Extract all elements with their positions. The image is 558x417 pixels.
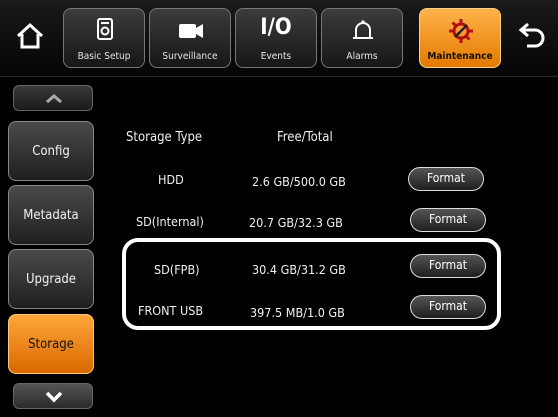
tab-label: Surveillance <box>162 51 218 62</box>
chevron-down-icon <box>45 391 63 403</box>
tab-label: Maintenance <box>427 51 493 62</box>
storage-type-front-usb: FRONT USB <box>138 303 204 318</box>
maintenance-gear-icon <box>445 16 477 46</box>
home-icon[interactable] <box>10 14 50 58</box>
storage-panel: Storage Type Free/Total HDD 2.6 GB/500.0… <box>102 77 558 417</box>
sidebar-item-label: Config <box>32 143 70 159</box>
tab-maintenance[interactable]: Maintenance <box>419 8 501 68</box>
free-total-sd-fpb: 30.4 GB/31.2 GB <box>252 262 346 277</box>
sidebar: Config Metadata Upgrade Storage <box>0 77 100 417</box>
bell-icon <box>347 16 379 46</box>
sidebar-item-label: Upgrade <box>25 271 76 287</box>
format-front-usb-button[interactable]: Format <box>410 295 486 319</box>
format-hdd-button[interactable]: Format <box>408 167 484 191</box>
sidebar-item-label: Metadata <box>23 207 79 223</box>
sidebar-item-storage[interactable]: Storage <box>8 314 94 374</box>
storage-type-sd-internal: SD(Internal) <box>136 214 204 229</box>
tab-label: Alarms <box>346 51 378 62</box>
back-arrow-icon[interactable] <box>509 14 549 58</box>
tab-label: Basic Setup <box>77 51 131 62</box>
free-total-hdd: 2.6 GB/500.0 GB <box>252 174 346 189</box>
format-sd-fpb-button[interactable]: Format <box>410 254 486 278</box>
sidebar-item-config[interactable]: Config <box>8 121 94 181</box>
tab-surveillance[interactable]: Surveillance <box>149 8 231 68</box>
tab-basic-setup[interactable]: Basic Setup <box>63 8 145 68</box>
storage-type-header: Storage Type <box>126 130 203 145</box>
sidebar-item-label: Storage <box>28 336 74 352</box>
format-sd-internal-button[interactable]: Format <box>410 208 486 232</box>
storage-type-sd-fpb: SD(FPB) <box>154 262 200 277</box>
sidebar-item-upgrade[interactable]: Upgrade <box>8 249 94 309</box>
sidebar-item-metadata[interactable]: Metadata <box>8 185 94 245</box>
tab-alarms[interactable]: Alarms <box>321 8 403 68</box>
camera-icon <box>175 16 207 46</box>
free-total-header: Free/Total <box>277 130 333 145</box>
tab-label: Events <box>260 51 292 62</box>
chevron-up-icon <box>46 94 62 104</box>
free-total-sd-internal: 20.7 GB/32.3 GB <box>249 215 343 230</box>
io-icon: I/O <box>260 15 292 40</box>
storage-type-hdd: HDD <box>158 172 184 187</box>
top-navigation-bar: Basic Setup Surveillance I/O Events Alar… <box>0 0 558 77</box>
basic-setup-icon <box>89 16 121 46</box>
free-total-front-usb: 397.5 MB/1.0 GB <box>250 305 345 320</box>
tab-events[interactable]: I/O Events <box>235 8 317 68</box>
scroll-down-button[interactable] <box>13 383 93 409</box>
scroll-up-button[interactable] <box>13 85 93 111</box>
